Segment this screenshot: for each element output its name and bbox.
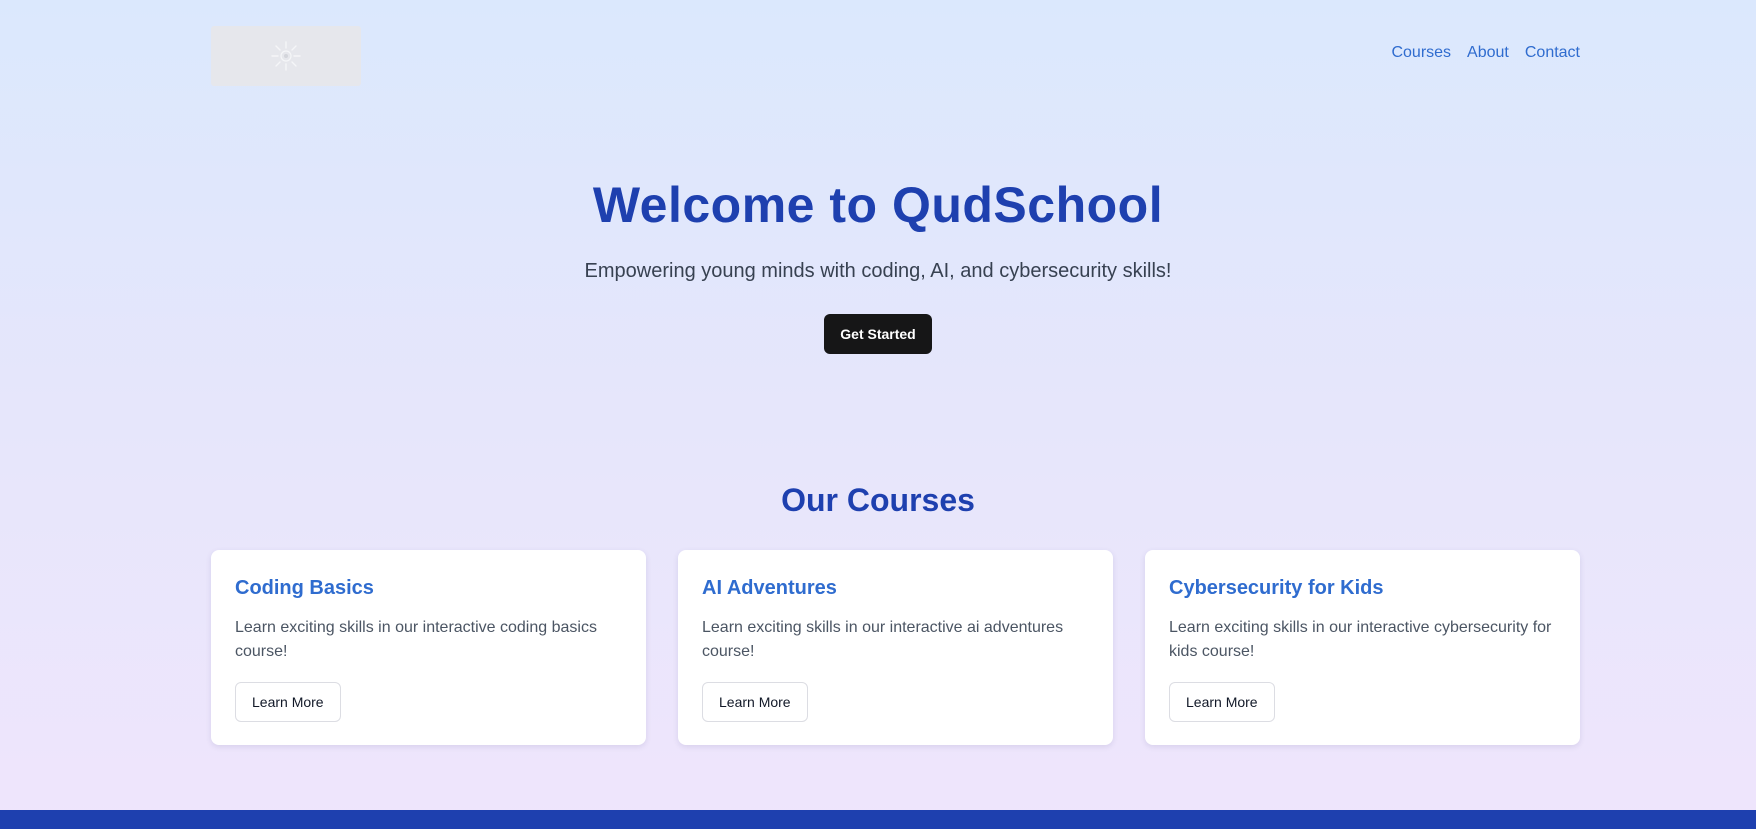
learn-more-button[interactable]: Learn More bbox=[702, 682, 808, 722]
learn-more-button[interactable]: Learn More bbox=[235, 682, 341, 722]
course-cards: Coding Basics Learn exciting skills in o… bbox=[211, 550, 1580, 745]
main-nav: Courses About Contact bbox=[1391, 44, 1580, 62]
course-card-coding-basics: Coding Basics Learn exciting skills in o… bbox=[211, 550, 646, 745]
site-header: Courses About Contact bbox=[211, 26, 1580, 86]
nav-link-about[interactable]: About bbox=[1467, 44, 1509, 62]
site-logo[interactable] bbox=[211, 26, 361, 86]
hero-subtitle: Empowering young minds with coding, AI, … bbox=[584, 260, 1172, 282]
get-started-button[interactable]: Get Started bbox=[824, 314, 932, 354]
sunburst-logo-icon bbox=[271, 41, 301, 71]
course-card-cybersecurity-for-kids: Cybersecurity for Kids Learn exciting sk… bbox=[1145, 550, 1580, 745]
course-description: Learn exciting skills in our interactive… bbox=[235, 619, 597, 660]
hero-section: Welcome to QudSchool Empowering young mi… bbox=[0, 175, 1756, 354]
hero-title: Welcome to QudSchool bbox=[592, 177, 1164, 233]
nav-link-contact[interactable]: Contact bbox=[1525, 44, 1580, 62]
course-title: Coding Basics bbox=[235, 577, 374, 599]
courses-section-title: Our Courses bbox=[781, 482, 975, 518]
course-description: Learn exciting skills in our interactive… bbox=[1169, 619, 1552, 660]
course-card-ai-adventures: AI Adventures Learn exciting skills in o… bbox=[678, 550, 1113, 745]
course-description: Learn exciting skills in our interactive… bbox=[702, 619, 1064, 660]
course-title: Cybersecurity for Kids bbox=[1169, 577, 1384, 599]
learn-more-button[interactable]: Learn More bbox=[1169, 682, 1275, 722]
site-footer bbox=[0, 810, 1756, 829]
nav-link-courses[interactable]: Courses bbox=[1391, 44, 1451, 62]
course-title: AI Adventures bbox=[702, 577, 837, 599]
